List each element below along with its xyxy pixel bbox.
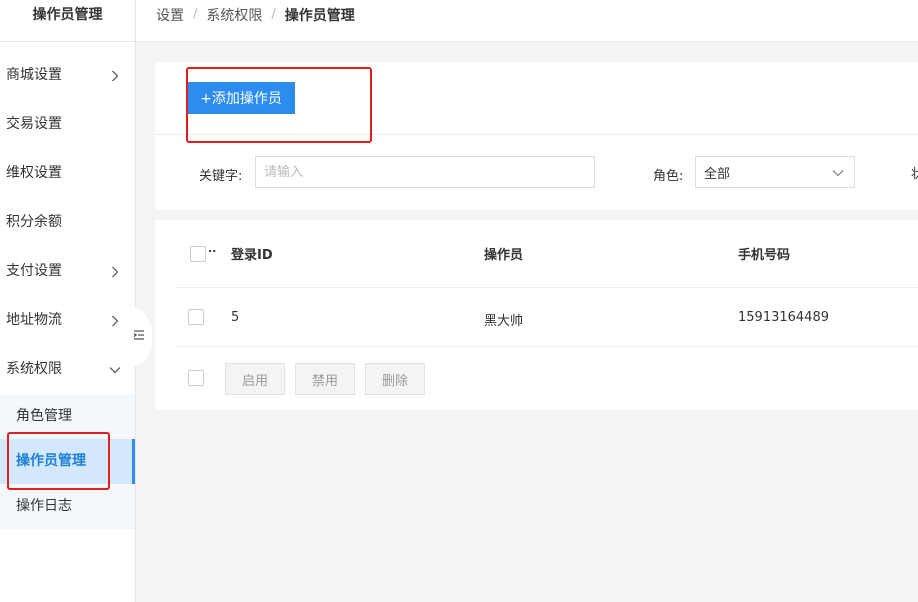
sidebar-item-label: 支付设置: [6, 263, 62, 279]
chevron-right-icon: [109, 296, 121, 345]
breadcrumb-item-settings[interactable]: 设置: [156, 5, 184, 25]
sidebar-item-payment-settings[interactable]: 支付设置: [0, 247, 135, 296]
sidebar-item-label: 系统权限: [6, 361, 62, 377]
status-label: 状: [911, 167, 918, 182]
chevron-down-icon: [832, 166, 844, 181]
breadcrumb-separator: /: [271, 7, 276, 22]
keyword-input[interactable]: [255, 156, 595, 188]
table-row[interactable]: 5 黑大帅 15913164489: [175, 288, 918, 347]
sidebar-item-system-permissions[interactable]: 系统权限: [0, 345, 135, 394]
sidebar-item-mall-settings[interactable]: 商城设置: [0, 51, 135, 100]
column-header-login-id: 登录ID: [231, 248, 273, 263]
role-select-value: 全部: [704, 166, 731, 182]
sidebar-subitem-label: 操作日志: [16, 498, 72, 514]
sidebar-item-label: 商城设置: [6, 67, 62, 83]
breadcrumb-separator: /: [193, 7, 198, 22]
role-label: 角色:: [653, 169, 684, 184]
role-select[interactable]: 全部: [695, 156, 855, 188]
sidebar-item-rights-settings[interactable]: 维权设置: [0, 149, 135, 198]
sidebar-title: 操作员管理: [0, 0, 135, 42]
cell-phone: 15913164489: [738, 310, 829, 325]
column-header-phone: 手机号码: [738, 248, 791, 263]
cell-login-id: 5: [231, 310, 240, 325]
sidebar-item-points-balance[interactable]: 积分余额: [0, 198, 135, 247]
collapse-menu-icon: [133, 329, 145, 345]
annotation-box-operator-menu: [7, 432, 110, 490]
select-all-checkbox[interactable]: [190, 246, 206, 262]
chevron-right-icon: [109, 51, 121, 100]
annotation-box-add-button: [186, 67, 372, 143]
enable-button[interactable]: 启用: [225, 363, 285, 395]
sidebar: 操作员管理 商城设置 交易设置 维权设置 积分余额 支付设置 地址物流 系统权限: [0, 0, 136, 602]
breadcrumb-item-current: 操作员管理: [284, 7, 355, 24]
sidebar-item-label: 地址物流: [6, 312, 62, 328]
column-header-operator: 操作员: [484, 248, 524, 263]
column-header-ellipsis: ..: [208, 242, 217, 255]
sidebar-item-address-logistics[interactable]: 地址物流: [0, 296, 135, 345]
delete-button[interactable]: 删除: [365, 363, 425, 395]
sidebar-item-trade-settings[interactable]: 交易设置: [0, 100, 135, 149]
sidebar-item-label: 维权设置: [6, 165, 62, 181]
table-header: .. 登录ID 操作员 手机号码: [175, 220, 918, 288]
bulk-select-checkbox[interactable]: [188, 370, 204, 386]
sidebar-subitem-operation-log[interactable]: 操作日志: [0, 484, 135, 529]
cell-operator: 黑大帅: [484, 314, 524, 329]
keyword-label: 关键字:: [199, 169, 243, 184]
sidebar-collapse-toggle[interactable]: [126, 306, 152, 368]
operator-table-card: .. 登录ID 操作员 手机号码 5 黑大帅 15913164489 启用 禁用…: [155, 220, 918, 410]
sidebar-subitem-label: 角色管理: [16, 408, 72, 424]
sidebar-item-label: 积分余额: [6, 214, 62, 230]
row-checkbox[interactable]: [188, 309, 204, 325]
sidebar-item-label: 交易设置: [6, 116, 62, 132]
chevron-down-icon: [109, 345, 121, 394]
breadcrumb: 设置 / 系统权限 / 操作员管理: [136, 0, 918, 42]
disable-button[interactable]: 禁用: [295, 363, 355, 395]
chevron-right-icon: [109, 247, 121, 296]
breadcrumb-item-system-permissions[interactable]: 系统权限: [206, 5, 262, 25]
